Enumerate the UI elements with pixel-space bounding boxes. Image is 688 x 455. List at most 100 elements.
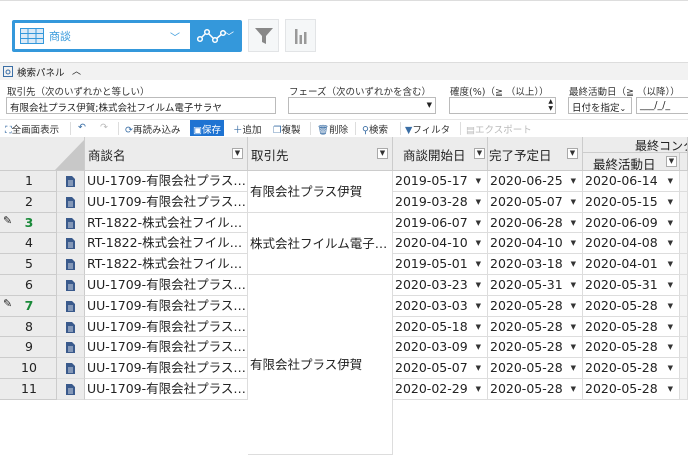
probability-filter-input[interactable]: ▲ ▼ (449, 97, 556, 114)
chevron-up-icon[interactable]: ︿ (72, 64, 81, 77)
deal-name-cell[interactable]: UU-1709-有限会社プラス… (85, 171, 248, 192)
start-date-cell[interactable]: 2019-05-17 ▼ (393, 171, 488, 192)
scrollbar-track[interactable] (680, 191, 688, 213)
scrollbar-track[interactable] (680, 358, 688, 379)
last-date-cell[interactable]: 2020-05-28 ▼ (583, 316, 680, 338)
account-filter-input[interactable]: 有限会社プラス伊賀;株式会社フイルム電子サラヤ (6, 97, 276, 114)
due-date-cell[interactable]: 2020-06-28 ▼ (488, 212, 583, 234)
scrollbar-track[interactable] (680, 379, 688, 400)
deal-name-cell[interactable]: UU-1709-有限会社プラス… (85, 295, 248, 317)
deal-name-cell[interactable]: UU-1709-有限会社プラス… (85, 337, 248, 359)
chart-button[interactable] (285, 19, 316, 52)
last-date-cell[interactable]: 2020-04-08 ▼ (583, 233, 680, 255)
search-button[interactable]: ⚲検索 (362, 122, 388, 136)
grid-corner[interactable] (0, 137, 85, 171)
column-menu-button[interactable]: ▼ (474, 148, 485, 159)
record-detail-button[interactable] (57, 254, 85, 275)
row-number[interactable]: 8 (0, 316, 57, 338)
scrollbar-track[interactable] (680, 171, 688, 192)
deal-name-cell[interactable]: UU-1709-有限会社プラス… (85, 358, 248, 379)
due-date-cell[interactable]: 2020-05-31 ▼ (488, 275, 583, 296)
due-date-cell[interactable]: 2020-04-10 ▼ (488, 233, 583, 255)
due-date-cell[interactable]: 2020-05-28 ▼ (488, 379, 583, 400)
row-number[interactable]: 1 (0, 171, 57, 192)
save-button[interactable]: ▣保存 (190, 120, 224, 136)
row-number[interactable]: 11 (0, 379, 57, 400)
deal-name-cell[interactable]: UU-1709-有限会社プラス… (85, 275, 248, 296)
row-number[interactable]: 4 (0, 233, 57, 255)
fullscreen-button[interactable]: ⛶全画面表示 (5, 122, 59, 136)
deal-name-cell[interactable]: UU-1709-有限会社プラス… (85, 379, 248, 400)
scrollbar-track[interactable] (680, 212, 688, 234)
record-detail-button[interactable] (57, 379, 85, 400)
column-header-name[interactable]: 商談名 ▼ (85, 137, 248, 171)
account-cell[interactable]: 株式会社フイルム電子… (248, 212, 393, 275)
due-date-cell[interactable]: 2020-05-28 ▼ (488, 337, 583, 359)
last-date-cell[interactable]: 2020-05-28 ▼ (583, 379, 680, 400)
due-date-cell[interactable]: 2020-05-28 ▼ (488, 295, 583, 317)
row-number[interactable]: 6 (0, 275, 57, 296)
duplicate-button[interactable]: ❐複製 (273, 122, 301, 136)
due-date-cell[interactable]: 2020-03-18 ▼ (488, 254, 583, 275)
record-detail-button[interactable] (57, 337, 85, 359)
due-date-cell[interactable]: 2020-05-28 ▼ (488, 358, 583, 379)
row-number[interactable]: 10 (0, 358, 57, 379)
filter-toolbar-button[interactable]: ▼フィルタ (405, 122, 450, 136)
column-header-last-activity[interactable]: 最終活動日 ▼ (583, 153, 680, 171)
column-header-due-date[interactable]: 完了予定日 ▼ (488, 137, 583, 171)
column-menu-button[interactable]: ▼ (232, 148, 243, 159)
scrollbar-track[interactable] (680, 254, 688, 275)
deal-name-cell[interactable]: UU-1709-有限会社プラス… (85, 191, 248, 213)
spinner-icon[interactable]: ▲ ▼ (548, 98, 553, 112)
column-header-account[interactable]: 取引先 ▼ (248, 137, 393, 171)
last-date-cell[interactable]: 2020-05-31 ▼ (583, 275, 680, 296)
due-date-cell[interactable]: 2020-06-25 ▼ (488, 171, 583, 192)
add-button[interactable]: ＋追加 (233, 122, 262, 136)
record-detail-button[interactable] (57, 316, 85, 338)
record-detail-button[interactable] (57, 358, 85, 379)
search-panel-header[interactable]: 検索パネル ︿ (0, 62, 688, 80)
record-detail-button[interactable] (57, 295, 85, 317)
undo-button[interactable]: ↶ (78, 122, 86, 133)
date-input[interactable]: ___/_/_ (636, 97, 688, 114)
date-mode-select[interactable]: 日付を指定⌄ (568, 97, 632, 114)
filter-button[interactable] (248, 19, 279, 52)
scrollbar-track[interactable] (680, 275, 688, 296)
start-date-cell[interactable]: 2020-03-03 ▼ (393, 295, 488, 317)
deal-name-cell[interactable]: RT-1822-株式会社フイル… (85, 233, 248, 255)
deal-name-cell[interactable]: RT-1822-株式会社フイル… (85, 254, 248, 275)
column-header-start-date[interactable]: 商談開始日 ▼ (393, 137, 488, 171)
column-menu-button[interactable]: ▼ (666, 156, 677, 167)
app-selector[interactable]: 商談 ﹀ ﹀ (12, 20, 242, 52)
account-cell[interactable]: 有限会社プラス伊賀 (248, 275, 393, 455)
row-number[interactable]: 9 (0, 337, 57, 359)
deal-name-cell[interactable]: UU-1709-有限会社プラス… (85, 316, 248, 338)
last-date-cell[interactable]: 2020-05-28 ▼ (583, 337, 680, 359)
delete-button[interactable]: 🗑削除 (317, 122, 348, 136)
scrollbar-track[interactable] (680, 316, 688, 338)
start-date-cell[interactable]: 2019-03-28 ▼ (393, 191, 488, 213)
last-date-cell[interactable]: 2020-05-28 ▼ (583, 358, 680, 379)
chevron-down-icon[interactable]: ﹀ (224, 28, 234, 43)
start-date-cell[interactable]: 2020-03-23 ▼ (393, 275, 488, 296)
due-date-cell[interactable]: 2020-05-28 ▼ (488, 316, 583, 338)
start-date-cell[interactable]: 2019-06-07 ▼ (393, 212, 488, 234)
export-button[interactable]: ▤エクスポート (466, 122, 532, 136)
start-date-cell[interactable]: 2019-05-01 ▼ (393, 254, 488, 275)
record-detail-button[interactable] (57, 233, 85, 255)
process-icon[interactable] (197, 28, 227, 44)
scrollbar-track[interactable] (680, 295, 688, 317)
app-dropdown[interactable]: 商談 ﹀ (15, 23, 190, 49)
record-detail-button[interactable] (57, 212, 85, 234)
last-date-cell[interactable]: 2020-06-14 ▼ (583, 171, 680, 192)
phase-filter-select[interactable]: ▼ (288, 97, 436, 114)
column-menu-button[interactable]: ▼ (567, 148, 578, 159)
start-date-cell[interactable]: 2020-05-07 ▼ (393, 358, 488, 379)
last-date-cell[interactable]: 2020-06-09 ▼ (583, 212, 680, 234)
account-cell[interactable]: 有限会社プラス伊賀 (248, 171, 393, 213)
redo-button[interactable]: ↷ (100, 122, 108, 133)
column-menu-button[interactable]: ▼ (377, 148, 388, 159)
start-date-cell[interactable]: 2020-02-29 ▼ (393, 379, 488, 400)
record-detail-button[interactable] (57, 191, 85, 213)
reload-button[interactable]: ⟳再読み込み (125, 122, 180, 136)
